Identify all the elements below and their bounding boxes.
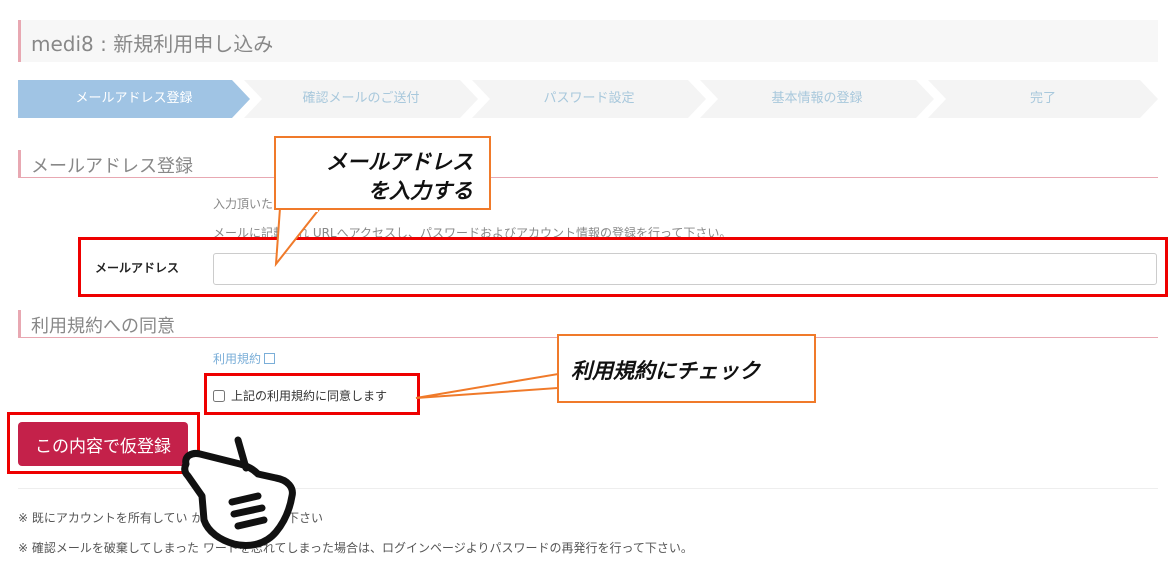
agree-checkbox-row[interactable]: 上記の利用規約に同意します bbox=[213, 387, 387, 404]
step-password: パスワード設定 bbox=[472, 80, 706, 118]
email-section-title: メールアドレス登録 bbox=[31, 156, 193, 177]
callout-email-line1: メールアドレス bbox=[326, 150, 473, 174]
footer-note-2: ※ 確認メールを破棄してしまった ワードを忘れてしまった場合は、ログインページよ… bbox=[18, 541, 693, 555]
pointing-hand-icon bbox=[181, 436, 296, 549]
terms-section-title: 利用規約への同意 bbox=[31, 316, 175, 337]
step-confirmation-mail: 確認メールのご送付 bbox=[244, 80, 478, 118]
callout-terms-pointer bbox=[415, 372, 559, 399]
email-input[interactable] bbox=[213, 253, 1157, 285]
terms-link[interactable]: 利用規約 bbox=[213, 350, 276, 367]
step-email-registration: メールアドレス登録 bbox=[18, 80, 250, 118]
step-complete: 完了 bbox=[928, 80, 1158, 118]
progress-steps: メールアドレス登録 確認メールのご送付 パスワード設定 基本情報の登録 完了 bbox=[18, 80, 1158, 118]
callout-email-line2: を入力する bbox=[368, 179, 473, 203]
callout-email: メールアドレス を入力する bbox=[274, 136, 491, 210]
external-link-icon bbox=[264, 353, 276, 364]
step-basic-info: 基本情報の登録 bbox=[700, 80, 934, 118]
callout-terms: 利用規約にチェック bbox=[557, 334, 816, 403]
page-title: medi8 : 新規利用申し込み bbox=[31, 32, 274, 56]
page-header: medi8 : 新規利用申し込み bbox=[18, 20, 1158, 62]
terms-link-text[interactable]: 利用規約 bbox=[213, 352, 261, 366]
provisional-register-button[interactable]: この内容で仮登録 bbox=[18, 422, 188, 466]
agree-checkbox[interactable] bbox=[213, 389, 225, 402]
email-field-label: メールアドレス bbox=[95, 261, 180, 275]
agree-checkbox-label[interactable]: 上記の利用規約に同意します bbox=[231, 387, 387, 404]
callout-terms-text: 利用規約にチェック bbox=[571, 359, 760, 383]
callout-email-pointer bbox=[274, 207, 323, 268]
email-section-heading: メールアドレス登録 bbox=[18, 150, 1158, 178]
